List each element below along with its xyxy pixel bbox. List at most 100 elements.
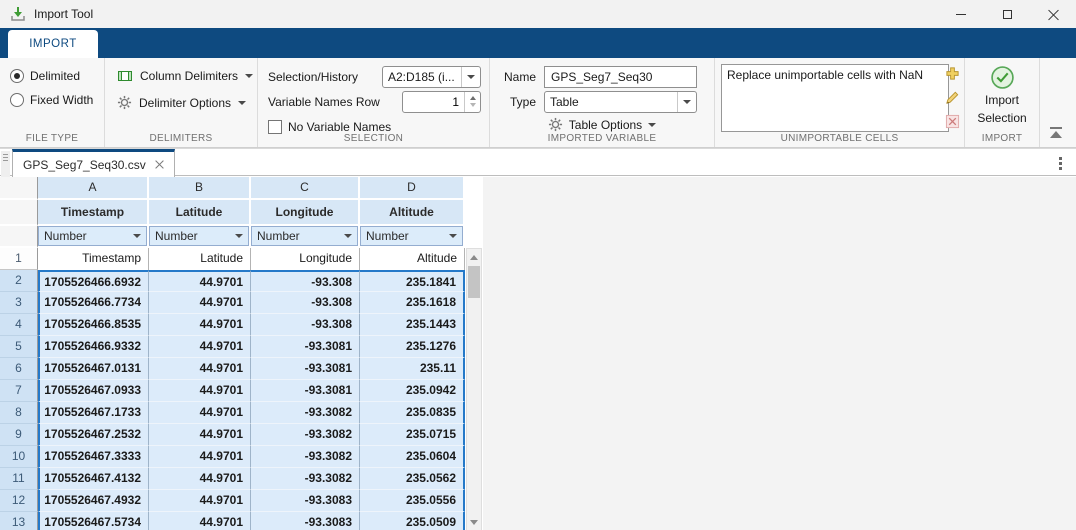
grid-cell[interactable]: 1705526466.8535 bbox=[38, 314, 149, 336]
tab-close-icon[interactable] bbox=[155, 160, 164, 169]
grid-cell[interactable]: 44.9701 bbox=[149, 424, 251, 446]
grid-cell[interactable]: 1705526467.0933 bbox=[38, 380, 149, 402]
file-type-radio-delimited[interactable]: Delimited bbox=[10, 69, 104, 83]
grid-cell[interactable]: Timestamp bbox=[38, 248, 149, 270]
row-header[interactable]: 8 bbox=[0, 402, 38, 424]
grid-cell[interactable]: 44.9701 bbox=[149, 358, 251, 380]
edit-rule-button[interactable] bbox=[944, 89, 961, 106]
row-header[interactable]: 4 bbox=[0, 314, 38, 336]
document-tab[interactable]: GPS_Seg7_Seq30.csv bbox=[12, 149, 175, 177]
grid-cell[interactable]: Longitude bbox=[251, 248, 360, 270]
column-type-dropdown[interactable]: Number bbox=[360, 226, 463, 246]
delete-rule-button[interactable] bbox=[944, 113, 961, 130]
grid-cell[interactable]: 44.9701 bbox=[149, 512, 251, 530]
column-letter-header[interactable]: A bbox=[38, 177, 149, 200]
row-header[interactable]: 1 bbox=[0, 248, 38, 270]
scrollbar-thumb[interactable] bbox=[468, 266, 480, 298]
row-header[interactable]: 9 bbox=[0, 424, 38, 446]
grid-cell[interactable]: -93.3082 bbox=[251, 402, 360, 424]
unimportable-rules-list[interactable]: Replace unimportable cells with NaN bbox=[721, 64, 949, 132]
maximize-button[interactable] bbox=[984, 0, 1030, 28]
row-header[interactable]: 6 bbox=[0, 358, 38, 380]
scroll-up-button[interactable] bbox=[467, 250, 481, 264]
row-header[interactable]: 10 bbox=[0, 446, 38, 468]
drag-grip-icon[interactable] bbox=[1, 151, 10, 177]
vertical-scrollbar[interactable] bbox=[466, 248, 482, 530]
unimportable-rule-item[interactable]: Replace unimportable cells with NaN bbox=[722, 65, 948, 82]
grid-cell[interactable]: 235.1841 bbox=[360, 270, 465, 292]
grid-cell[interactable]: 44.9701 bbox=[149, 468, 251, 490]
no-variable-names-checkbox[interactable]: No Variable Names bbox=[268, 120, 391, 134]
row-header[interactable]: 5 bbox=[0, 336, 38, 358]
grid-cell[interactable]: -93.308 bbox=[251, 270, 360, 292]
grid-cell[interactable]: 235.1443 bbox=[360, 314, 465, 336]
grid-cell[interactable]: 235.11 bbox=[360, 358, 465, 380]
grid-cell[interactable]: 1705526466.7734 bbox=[38, 292, 149, 314]
column-type-dropdown[interactable]: Number bbox=[251, 226, 358, 246]
grid-cell[interactable]: 235.0942 bbox=[360, 380, 465, 402]
grid-cell[interactable]: Latitude bbox=[149, 248, 251, 270]
grid-cell[interactable]: 1705526467.0131 bbox=[38, 358, 149, 380]
variable-name-header[interactable]: Latitude bbox=[149, 200, 251, 226]
selection-history-dropdown[interactable]: A2:D185 (i... bbox=[382, 66, 481, 88]
spinner-up-icon[interactable] bbox=[470, 96, 476, 100]
column-letter-header[interactable]: B bbox=[149, 177, 251, 200]
grid-cell[interactable]: -93.3083 bbox=[251, 512, 360, 530]
row-header[interactable]: 3 bbox=[0, 292, 38, 314]
grid-cell[interactable]: 235.0835 bbox=[360, 402, 465, 424]
grid-cell[interactable]: 1705526467.4132 bbox=[38, 468, 149, 490]
grid-cell[interactable]: 44.9701 bbox=[149, 446, 251, 468]
add-rule-button[interactable] bbox=[944, 65, 961, 82]
variable-name-input[interactable] bbox=[544, 66, 697, 88]
tab-import[interactable]: IMPORT bbox=[8, 30, 98, 58]
row-header[interactable]: 12 bbox=[0, 490, 38, 512]
variable-name-header[interactable]: Longitude bbox=[251, 200, 360, 226]
grid-cell[interactable]: 1705526466.9332 bbox=[38, 336, 149, 358]
import-selection-button[interactable]: Import Selection bbox=[965, 58, 1039, 126]
grid-cell[interactable]: 235.0715 bbox=[360, 424, 465, 446]
grid-cell[interactable]: 44.9701 bbox=[149, 490, 251, 512]
grid-cell[interactable]: 235.0604 bbox=[360, 446, 465, 468]
grid-cell[interactable]: 1705526467.4932 bbox=[38, 490, 149, 512]
collapse-ribbon-button[interactable] bbox=[1048, 127, 1064, 139]
row-header[interactable]: 11 bbox=[0, 468, 38, 490]
spinner-down-icon[interactable] bbox=[470, 103, 476, 107]
grid-cell[interactable]: 1705526467.2532 bbox=[38, 424, 149, 446]
close-button[interactable] bbox=[1030, 0, 1076, 28]
variable-name-header[interactable]: Timestamp bbox=[38, 200, 149, 226]
grid-cell[interactable]: 44.9701 bbox=[149, 336, 251, 358]
grid-cell[interactable]: 235.0509 bbox=[360, 512, 465, 530]
tab-bar-menu-button[interactable] bbox=[1059, 157, 1062, 170]
column-type-dropdown[interactable]: Number bbox=[38, 226, 147, 246]
grid-cell[interactable]: 235.0556 bbox=[360, 490, 465, 512]
table-options-dropdown[interactable]: Table Options bbox=[490, 117, 714, 132]
grid-cell[interactable]: -93.3081 bbox=[251, 380, 360, 402]
minimize-button[interactable] bbox=[938, 0, 984, 28]
variable-names-row-stepper[interactable]: 1 bbox=[402, 91, 481, 113]
dropdown-button[interactable] bbox=[677, 92, 696, 112]
grid-cell[interactable]: 235.1618 bbox=[360, 292, 465, 314]
grid-cell[interactable]: 44.9701 bbox=[149, 380, 251, 402]
row-header[interactable]: 13 bbox=[0, 512, 38, 530]
variable-type-dropdown[interactable]: Table bbox=[544, 91, 697, 113]
grid-cell[interactable]: -93.308 bbox=[251, 314, 360, 336]
row-header[interactable]: 7 bbox=[0, 380, 38, 402]
row-header[interactable]: 2 bbox=[0, 270, 38, 292]
grid-cell[interactable]: 44.9701 bbox=[149, 270, 251, 292]
file-type-radio-fixed-width[interactable]: Fixed Width bbox=[10, 93, 104, 107]
grid-cell[interactable]: 1705526467.1733 bbox=[38, 402, 149, 424]
column-delimiters-dropdown[interactable]: Column Delimiters bbox=[117, 68, 257, 84]
grid-cell[interactable]: -93.3082 bbox=[251, 446, 360, 468]
delimiter-options-dropdown[interactable]: Delimiter Options bbox=[117, 95, 257, 110]
dropdown-button[interactable] bbox=[461, 67, 480, 87]
column-letter-header[interactable]: C bbox=[251, 177, 360, 200]
variable-name-header[interactable]: Altitude bbox=[360, 200, 465, 226]
grid-cell[interactable]: -93.3083 bbox=[251, 490, 360, 512]
grid-cell[interactable]: 1705526467.5734 bbox=[38, 512, 149, 530]
scroll-down-button[interactable] bbox=[467, 515, 481, 529]
grid-cell[interactable]: Altitude bbox=[360, 248, 465, 270]
grid-cell[interactable]: 1705526467.3333 bbox=[38, 446, 149, 468]
grid-cell[interactable]: -93.3082 bbox=[251, 424, 360, 446]
grid-cell[interactable]: 235.1276 bbox=[360, 336, 465, 358]
grid-cell[interactable]: -93.3082 bbox=[251, 468, 360, 490]
